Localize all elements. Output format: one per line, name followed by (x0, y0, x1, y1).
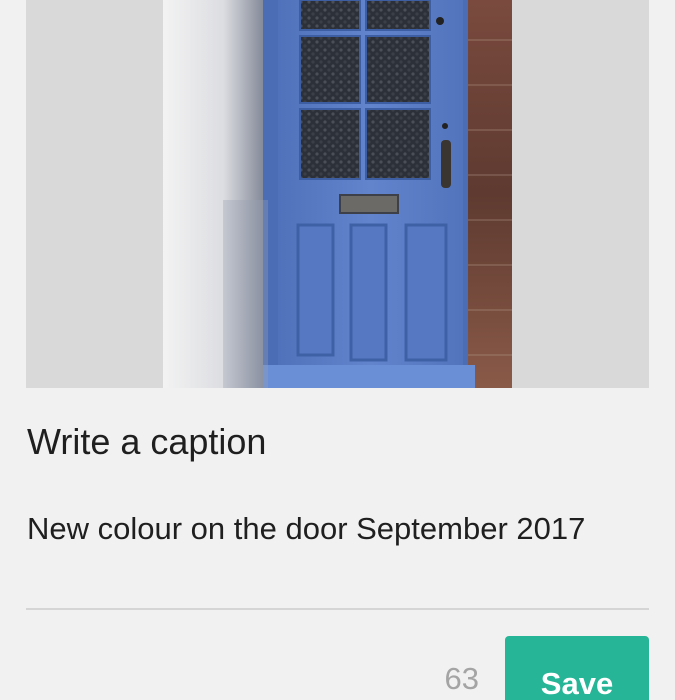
photo-preview (26, 0, 649, 388)
door-handle (441, 140, 451, 188)
letterbox (339, 194, 399, 214)
save-button[interactable]: Save (505, 636, 649, 700)
caption-underline (26, 608, 649, 610)
door-image (163, 0, 512, 388)
door-panels (296, 223, 448, 362)
door-step (263, 365, 475, 388)
brick-wall (468, 0, 512, 388)
keyhole (442, 123, 448, 129)
glass-panes (299, 0, 431, 180)
caption-input[interactable]: New colour on the door September 2017 (27, 508, 627, 550)
character-counter: 63 (444, 661, 479, 696)
caption-editor-screen: Write a caption New colour on the door S… (0, 0, 675, 700)
door-photo (163, 0, 512, 388)
caption-heading: Write a caption (27, 421, 267, 462)
